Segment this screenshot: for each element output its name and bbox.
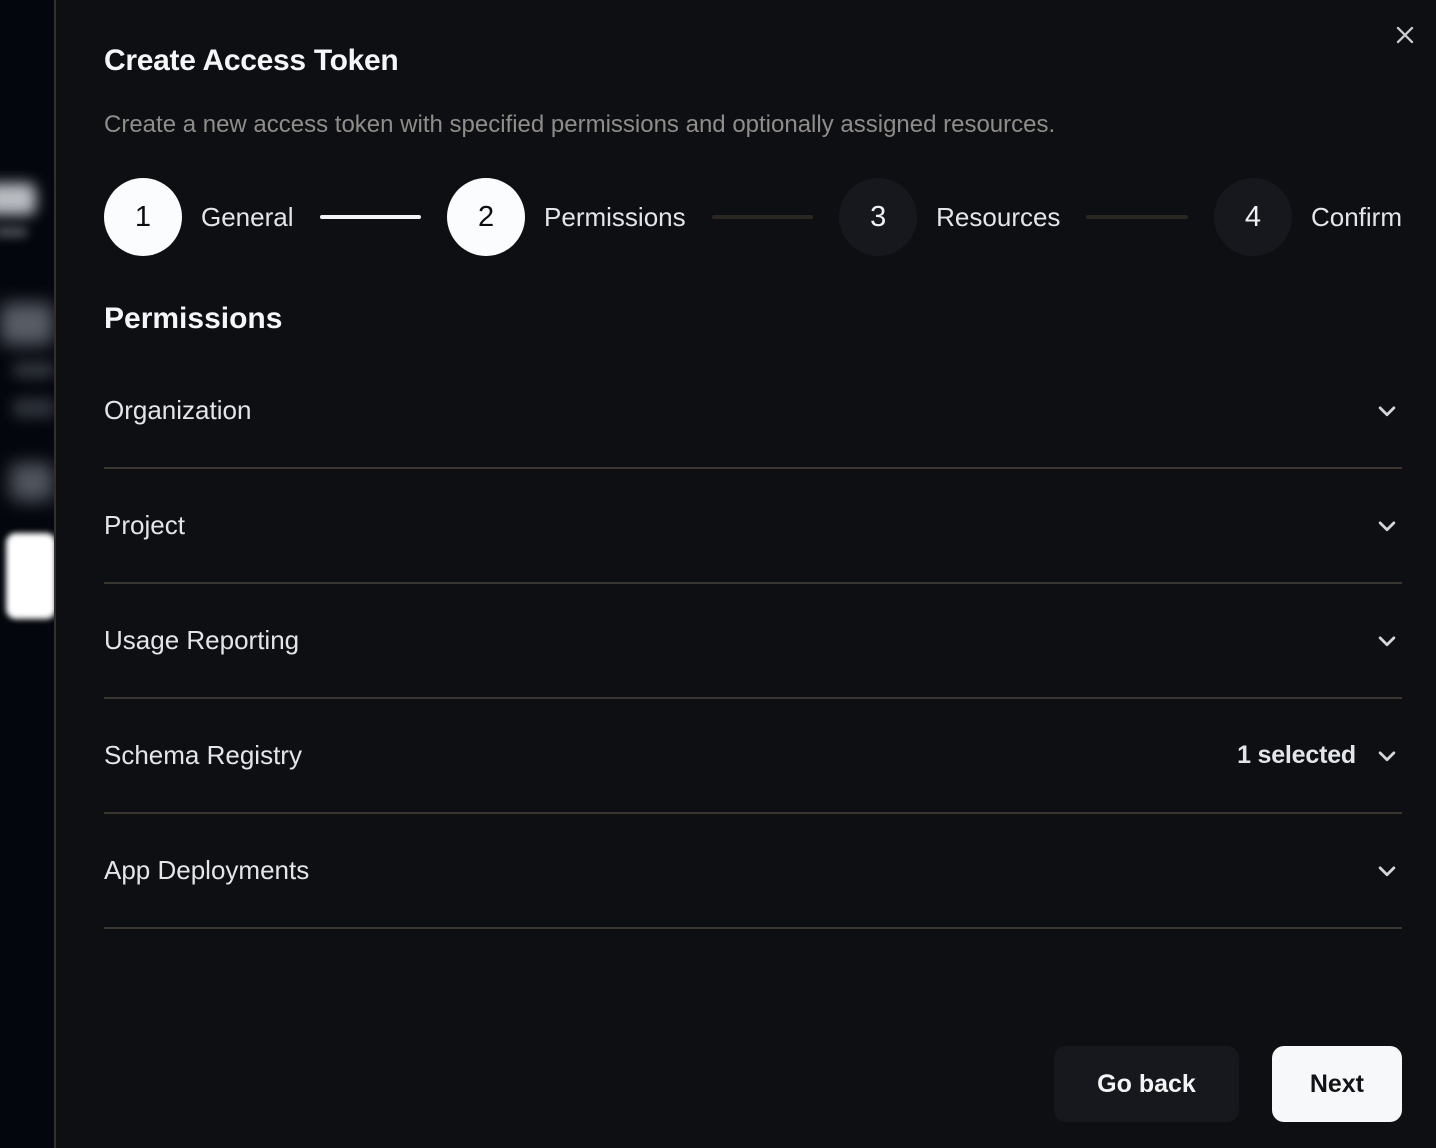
chevron-down-icon xyxy=(1372,741,1402,771)
chevron-down-icon xyxy=(1372,396,1402,426)
step-number-badge: 1 xyxy=(104,178,182,256)
stepper-connector xyxy=(712,215,814,219)
row-label: Schema Registry xyxy=(104,740,302,771)
row-label: App Deployments xyxy=(104,855,309,886)
backdrop-blur-shape xyxy=(12,398,56,418)
step-permissions[interactable]: 2 Permissions xyxy=(447,178,686,256)
page-backdrop xyxy=(0,0,54,1148)
step-number-badge: 3 xyxy=(839,178,917,256)
stepper-connector xyxy=(320,215,422,219)
backdrop-blur-shape xyxy=(6,533,56,619)
backdrop-blur-shape xyxy=(0,183,36,215)
row-label: Organization xyxy=(104,395,251,426)
modal-title: Create Access Token xyxy=(104,42,1402,80)
row-label: Project xyxy=(104,510,185,541)
step-number-badge: 4 xyxy=(1214,178,1292,256)
create-access-token-modal: Create Access Token Create a new access … xyxy=(54,0,1436,1148)
backdrop-blur-shape xyxy=(0,227,28,237)
selection-count: 1 selected xyxy=(1237,741,1356,770)
step-label: Permissions xyxy=(544,202,686,233)
step-label: Confirm xyxy=(1311,202,1402,233)
next-button[interactable]: Next xyxy=(1272,1046,1402,1122)
modal-subtitle: Create a new access token with specified… xyxy=(104,110,1402,140)
modal-footer: Go back Next xyxy=(104,1046,1402,1122)
step-confirm[interactable]: 4 Confirm xyxy=(1214,178,1402,256)
chevron-down-icon xyxy=(1372,511,1402,541)
step-label: Resources xyxy=(936,202,1060,233)
go-back-button[interactable]: Go back xyxy=(1054,1046,1239,1122)
close-icon xyxy=(1392,22,1418,48)
backdrop-blur-shape xyxy=(12,362,56,378)
step-general[interactable]: 1 General xyxy=(104,178,294,256)
accordion-row-organization[interactable]: Organization xyxy=(104,354,1402,469)
step-resources[interactable]: 3 Resources xyxy=(839,178,1060,256)
chevron-down-icon xyxy=(1372,626,1402,656)
accordion-row-project[interactable]: Project xyxy=(104,469,1402,584)
row-label: Usage Reporting xyxy=(104,625,299,656)
backdrop-blur-shape xyxy=(10,463,54,501)
permission-groups-list: Organization Project Usage xyxy=(104,354,1402,929)
permissions-heading: Permissions xyxy=(104,300,1402,338)
accordion-row-app-deployments[interactable]: App Deployments xyxy=(104,814,1402,929)
backdrop-blur-shape xyxy=(0,303,54,345)
stepper: 1 General 2 Permissions 3 Resources 4 Co… xyxy=(104,178,1402,256)
stepper-connector xyxy=(1086,215,1188,219)
screen: Create Access Token Create a new access … xyxy=(0,0,1436,1148)
accordion-row-schema-registry[interactable]: Schema Registry 1 selected xyxy=(104,699,1402,814)
step-label: General xyxy=(201,202,294,233)
step-number-badge: 2 xyxy=(447,178,525,256)
chevron-down-icon xyxy=(1372,856,1402,886)
accordion-row-usage-reporting[interactable]: Usage Reporting xyxy=(104,584,1402,699)
close-button[interactable] xyxy=(1386,16,1424,54)
